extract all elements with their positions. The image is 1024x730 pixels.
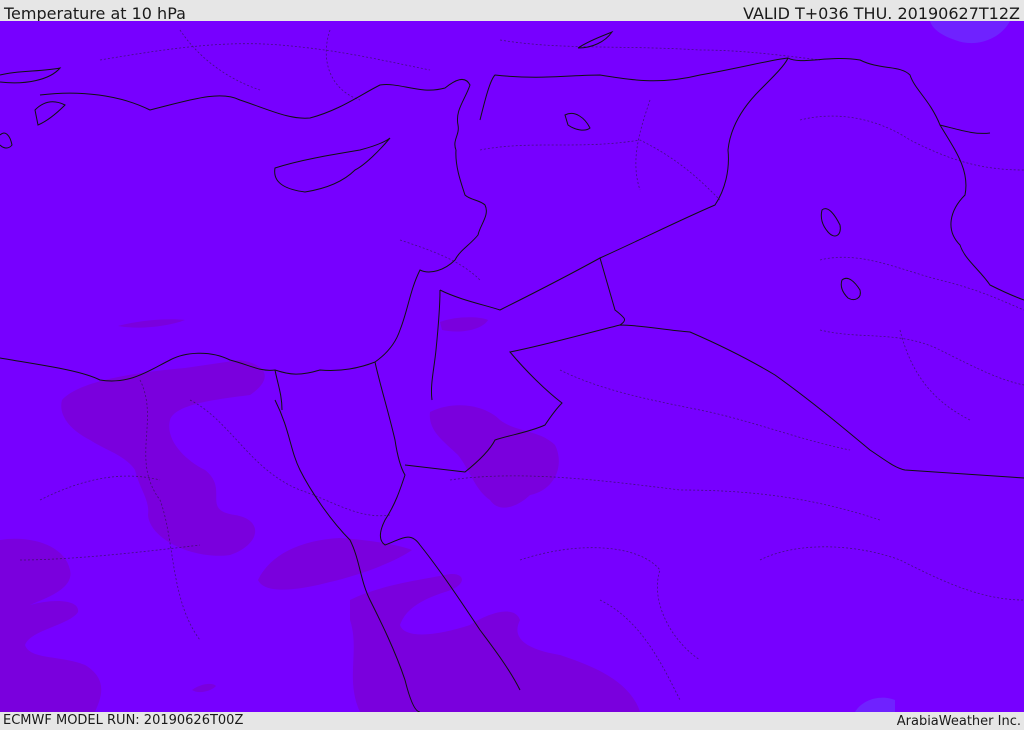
model-run: ECMWF MODEL RUN: 20190626T00Z bbox=[3, 713, 244, 728]
footer-bar: ECMWF MODEL RUN: 20190626T00Z ArabiaWeat… bbox=[0, 712, 1024, 729]
header-bar: Temperature at 10 hPa VALID T+036 THU. 2… bbox=[0, 0, 1024, 23]
temperature-field bbox=[0, 21, 1024, 712]
weather-map[interactable] bbox=[0, 21, 1024, 712]
credit-text: ArabiaWeather Inc. bbox=[896, 714, 1021, 729]
